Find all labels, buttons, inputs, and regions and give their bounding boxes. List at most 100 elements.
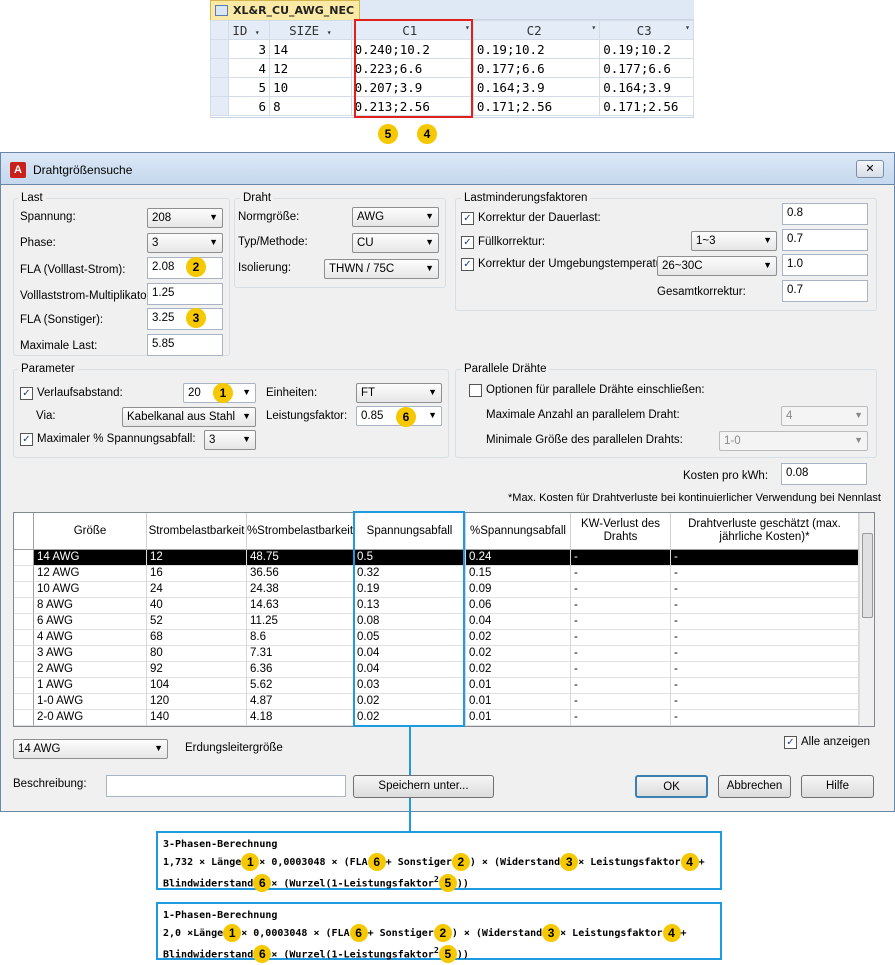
grid-cell: 0.04 <box>466 614 571 630</box>
spannung-select[interactable]: 208 ▼ <box>147 208 223 228</box>
grid-cell: 16 <box>147 566 247 582</box>
abbrechen-button[interactable]: Abbrechen <box>718 775 791 798</box>
row-header[interactable] <box>14 582 34 598</box>
grid-cell: - <box>671 662 859 678</box>
fla-sonstiger-field[interactable]: 3.25 <box>147 308 223 330</box>
phase-select[interactable]: 3 ▼ <box>147 233 223 253</box>
grid-cell: - <box>571 710 671 726</box>
column-header-c2[interactable]: C2 ▾ <box>472 20 601 40</box>
umgebungstemperatur-label: Korrektur der Umgebungstemperatur: <box>478 258 670 270</box>
fla-field[interactable]: 2.08 <box>147 257 223 279</box>
grid-scrollbar[interactable] <box>859 513 874 726</box>
formula-3-line1: 1,732 × Länge 1 × 0,0003048 × (FLA 6 + Sonst… <box>163 853 705 871</box>
grid-cell: 10 AWG <box>34 582 147 598</box>
row-header[interactable] <box>14 662 34 678</box>
normgroesse-select[interactable]: AWG ▼ <box>352 207 439 227</box>
alle-anzeigen-checkbox[interactable]: ✓ <box>784 736 797 749</box>
grid-header[interactable]: Größe <box>34 513 147 550</box>
umgebungstemperatur-field[interactable]: 1.0 <box>782 254 868 276</box>
fuellkorrektur-select[interactable]: 1~3 ▼ <box>691 231 777 251</box>
erdungsleiter-select[interactable]: 14 AWG ▼ <box>13 739 168 759</box>
typ-methode-select[interactable]: CU ▼ <box>352 233 439 253</box>
isolierung-select[interactable]: THWN / 75C ▼ <box>324 259 439 279</box>
grid-cell: - <box>671 566 859 582</box>
umgebungstemperatur-checkbox[interactable]: ✓ <box>461 258 474 271</box>
callout-badge-6: 6 <box>396 407 416 427</box>
table-tab[interactable]: XL&R_CU_AWG_NEC <box>210 0 360 20</box>
chevron-down-icon: ▼ <box>763 235 772 245</box>
fuellkorrektur-field[interactable]: 0.7 <box>782 229 868 251</box>
row-header[interactable] <box>14 630 34 646</box>
chevron-down-icon: ▼ <box>242 411 251 421</box>
grid-cell: 0.24 <box>466 550 571 566</box>
ok-button[interactable]: OK <box>635 775 708 798</box>
grid-cell: 24.38 <box>247 582 354 598</box>
callout-badge-2: 2 <box>186 257 206 277</box>
leistungsfaktor-label: Leistungsfaktor: <box>266 410 348 422</box>
column-header-size[interactable]: SIZE ▾ <box>269 20 352 40</box>
grid-cell: - <box>571 566 671 582</box>
grid-cell: 0.01 <box>466 694 571 710</box>
chevron-down-icon: ▼ <box>854 435 863 445</box>
grid-cell: 0.01 <box>466 678 571 694</box>
row-header[interactable] <box>14 566 34 582</box>
dauerlast-label: Korrektur der Dauerlast: <box>478 212 601 224</box>
scrollbar-thumb[interactable] <box>862 533 873 618</box>
group-last-title: Last <box>18 192 46 204</box>
row-header[interactable] <box>14 550 34 566</box>
close-button[interactable]: ✕ <box>856 160 884 178</box>
chevron-down-icon: ▼ <box>242 434 251 444</box>
formula-3-line2: Blindwiderstand 6 × (Wurzel(1-Leistungsfak… <box>163 874 469 893</box>
alle-anzeigen-label: Alle anzeigen <box>801 736 871 748</box>
grid-cell: - <box>671 646 859 662</box>
parallel-options-label: Optionen für parallele Drähte einschließ… <box>486 384 705 396</box>
gesamtkorrektur-label: Gesamtkorrektur: <box>657 286 746 298</box>
min-parallel-label: Minimale Größe des parallelen Drahts: <box>486 434 683 446</box>
spannung-label: Spannung: <box>20 211 76 223</box>
column-header-id[interactable]: ID ▾ <box>228 20 271 40</box>
row-header[interactable] <box>14 678 34 694</box>
grid-cell: - <box>671 582 859 598</box>
row-header[interactable] <box>14 646 34 662</box>
max-parallel-select[interactable]: 4 ▼ <box>781 406 868 426</box>
beschreibung-field[interactable] <box>106 775 346 797</box>
formula-1-line1: 2,0 ×Länge 1 × 0,0003048 × (FLA 6 + Sonstige… <box>163 924 687 942</box>
speichern-unter-button[interactable]: Speichern unter... <box>353 775 494 798</box>
via-select[interactable]: Kabelkanal aus Stahl ▼ <box>122 407 256 427</box>
c1-highlight-box <box>354 19 473 118</box>
grid-cell: 6 AWG <box>34 614 147 630</box>
fuellkorrektur-checkbox[interactable]: ✓ <box>461 236 474 249</box>
dauerlast-field[interactable]: 0.8 <box>782 203 868 225</box>
grid-header[interactable]: %Spannungsabfall <box>466 513 571 550</box>
dialog-titlebar[interactable]: A Drahtgrößensuche ✕ <box>0 152 895 185</box>
grid-cell: - <box>571 550 671 566</box>
grid-header[interactable]: KW-Verlust des Drahts <box>571 513 671 550</box>
grid-cell: - <box>571 582 671 598</box>
row-header[interactable] <box>14 614 34 630</box>
row-header[interactable] <box>14 694 34 710</box>
max-spannungsabfall-checkbox[interactable]: ✓ <box>20 433 33 446</box>
beschreibung-label: Beschreibung: <box>13 778 87 790</box>
normgroesse-label: Normgröße: <box>238 211 300 223</box>
min-parallel-select[interactable]: 1-0 ▼ <box>719 431 868 451</box>
grid-header[interactable]: Drahtverluste geschätzt (max. jährliche … <box>671 513 859 550</box>
kosten-note: *Max. Kosten für Drahtverluste bei konti… <box>508 492 881 504</box>
verlaufsabstand-checkbox[interactable]: ✓ <box>20 387 33 400</box>
kosten-field[interactable]: 0.08 <box>781 463 867 485</box>
max-spannungsabfall-select[interactable]: 3 ▼ <box>204 430 256 450</box>
einheiten-select[interactable]: FT ▼ <box>356 383 442 403</box>
hilfe-button[interactable]: Hilfe <box>801 775 874 798</box>
column-header-c3[interactable]: C3 ▾ <box>599 20 694 40</box>
multiplier-field[interactable]: 1.25 <box>147 283 223 305</box>
row-header[interactable] <box>14 598 34 614</box>
umgebungstemperatur-select[interactable]: 26~30C ▼ <box>657 256 777 276</box>
parallel-options-checkbox[interactable] <box>469 384 482 397</box>
chevron-down-icon: ▼ <box>209 237 218 247</box>
row-header[interactable] <box>14 710 34 726</box>
grid-header[interactable]: Strombelastbarkeit <box>147 513 247 550</box>
group-parameter-title: Parameter <box>18 363 78 375</box>
grid-header[interactable]: %Strombelastbarkeit <box>247 513 354 550</box>
dauerlast-checkbox[interactable]: ✓ <box>461 212 474 225</box>
grid-cell: - <box>571 678 671 694</box>
grid-cell: - <box>571 614 671 630</box>
